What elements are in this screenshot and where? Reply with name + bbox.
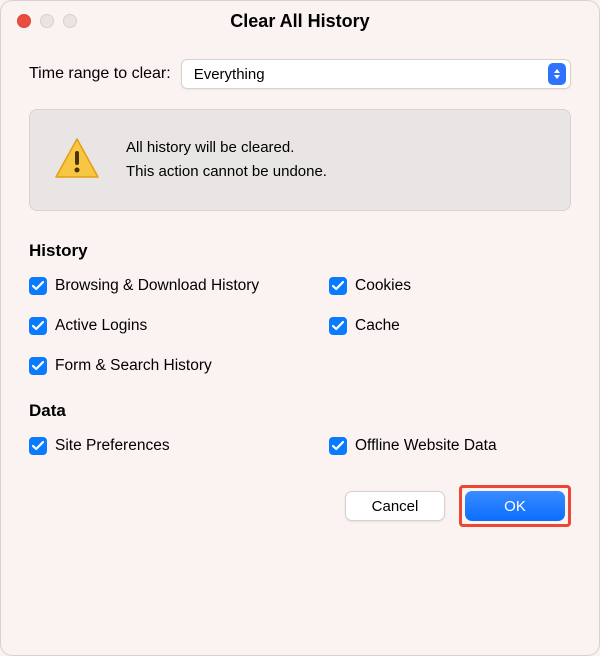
warning-line1: All history will be cleared. bbox=[126, 136, 327, 160]
warning-text: All history will be cleared. This action… bbox=[126, 136, 327, 184]
checkbox-cookies[interactable]: Cookies bbox=[329, 277, 571, 295]
checkmark-icon bbox=[329, 277, 347, 295]
checkbox-offline-website-data[interactable]: Offline Website Data bbox=[329, 437, 571, 455]
ok-button-highlight: OK bbox=[459, 485, 571, 527]
select-stepper-icon bbox=[548, 63, 566, 85]
time-range-row: Time range to clear: Everything bbox=[29, 59, 571, 89]
checkmark-icon bbox=[329, 437, 347, 455]
data-options: Site Preferences Offline Website Data bbox=[29, 437, 571, 455]
checkbox-label: Offline Website Data bbox=[355, 437, 497, 455]
checkbox-label: Browsing & Download History bbox=[55, 277, 259, 295]
warning-line2: This action cannot be undone. bbox=[126, 160, 327, 184]
checkbox-label: Site Preferences bbox=[55, 437, 170, 455]
cancel-button[interactable]: Cancel bbox=[345, 491, 445, 521]
data-section-title: Data bbox=[29, 401, 571, 421]
history-section-title: History bbox=[29, 241, 571, 261]
checkbox-label: Active Logins bbox=[55, 317, 147, 335]
checkbox-label: Form & Search History bbox=[55, 357, 212, 375]
ok-button[interactable]: OK bbox=[465, 491, 565, 521]
checkmark-icon bbox=[29, 357, 47, 375]
time-range-value: Everything bbox=[194, 66, 265, 83]
warning-panel: All history will be cleared. This action… bbox=[29, 109, 571, 211]
checkbox-label: Cache bbox=[355, 317, 400, 335]
titlebar: Clear All History bbox=[1, 1, 599, 41]
time-range-label: Time range to clear: bbox=[29, 65, 171, 83]
checkbox-browsing-history[interactable]: Browsing & Download History bbox=[29, 277, 329, 295]
time-range-select[interactable]: Everything bbox=[181, 59, 571, 89]
checkbox-form-search-history[interactable]: Form & Search History bbox=[29, 357, 329, 375]
history-options: Browsing & Download History Cookies Acti… bbox=[29, 277, 571, 375]
dialog-clear-history: Clear All History Time range to clear: E… bbox=[0, 0, 600, 656]
checkmark-icon bbox=[329, 317, 347, 335]
checkbox-site-preferences[interactable]: Site Preferences bbox=[29, 437, 329, 455]
checkmark-icon bbox=[29, 437, 47, 455]
dialog-content: Time range to clear: Everything All hist… bbox=[1, 41, 599, 551]
checkbox-label: Cookies bbox=[355, 277, 411, 295]
checkbox-cache[interactable]: Cache bbox=[329, 317, 571, 335]
checkmark-icon bbox=[29, 277, 47, 295]
dialog-title: Clear All History bbox=[1, 11, 599, 32]
checkmark-icon bbox=[29, 317, 47, 335]
dialog-footer: Cancel OK bbox=[29, 485, 571, 527]
warning-icon bbox=[54, 137, 104, 183]
checkbox-active-logins[interactable]: Active Logins bbox=[29, 317, 329, 335]
